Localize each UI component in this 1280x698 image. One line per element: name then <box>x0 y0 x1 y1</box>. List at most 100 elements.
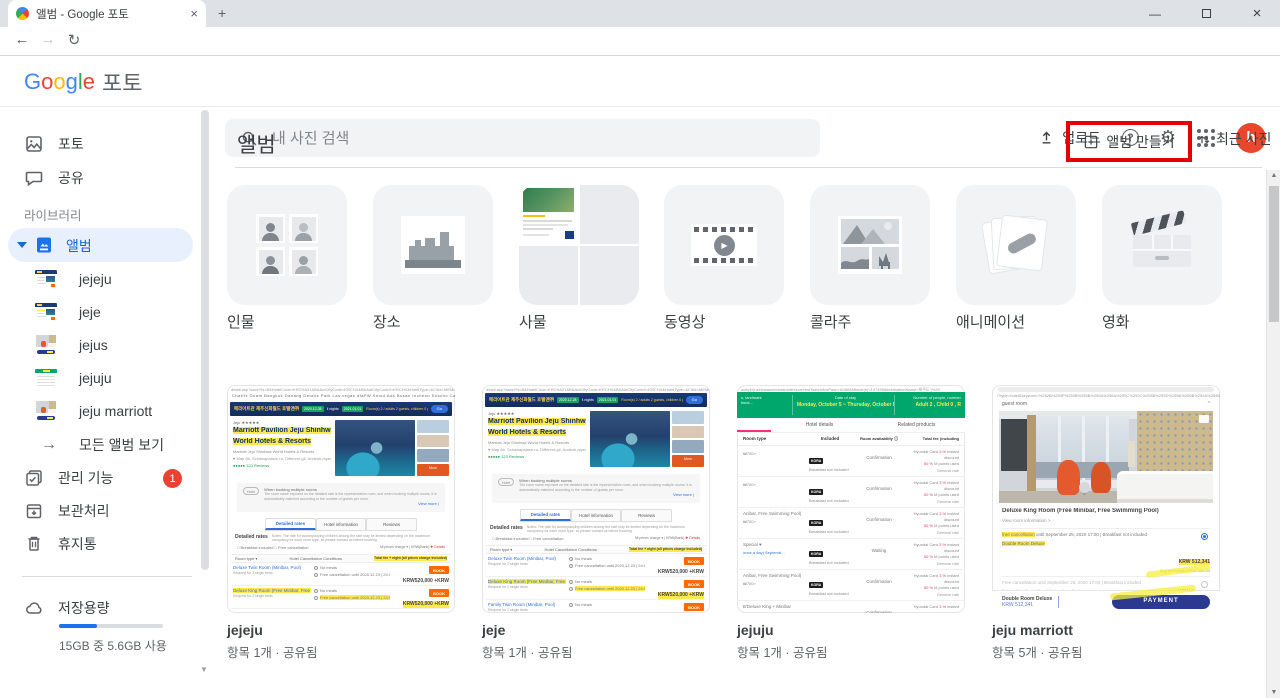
sidebar-item-albums-selected[interactable]: 앨범 <box>8 228 193 262</box>
gallery-overlay-icon <box>1199 415 1209 423</box>
google-photos-logo[interactable]: Google 포토 <box>24 56 143 107</box>
hotel-photo-thumbs: More <box>417 420 449 477</box>
availability-status: Confirmation <box>866 579 892 584</box>
hotel-pool-photo <box>590 411 670 467</box>
category-label-movies[interactable]: 영화 <box>1102 311 1130 332</box>
fee-points: M points used <box>932 554 959 560</box>
people-value: Adult 2 , Child 0 , R <box>915 402 961 409</box>
category-label-things[interactable]: 사물 <box>519 311 547 332</box>
page-title: 앨범 <box>237 134 276 157</box>
rates-table-header: Room type ▾ Hotel Cancellation Condition… <box>486 545 706 554</box>
hotel-address: ♥ Map 8b, Schawapalace-ro, Different-gil… <box>488 446 586 452</box>
sidebar-album-jeju-marriott[interactable]: jeju marriott <box>0 394 196 427</box>
tab-reviews: Reviews <box>366 518 418 530</box>
photo-thumb <box>672 440 704 453</box>
page-scrollbar[interactable]: ▲ ▼ <box>1266 170 1280 698</box>
guest-room-section-row: guest room ^ <box>992 399 1220 410</box>
album-card-jeje[interactable]: detail.asp?sackYN=B&HotelCode=KRCHA21&B&… <box>482 385 710 661</box>
sidebar-scrollbar-thumb[interactable] <box>201 110 209 570</box>
window-maximize-button[interactable] <box>1199 7 1213 21</box>
category-card-things[interactable] <box>519 185 639 305</box>
reload-icon[interactable]: ↻ <box>64 31 84 49</box>
album-card-jejeju[interactable]: detail.asp?sackYN=B&HotelCode=KRCHA21&B&… <box>227 385 455 661</box>
album-meta: 항목 1개 · 공유됨 <box>227 646 318 660</box>
fee-general: General rate <box>936 467 959 473</box>
sidebar-item-storage[interactable]: 저장용량 <box>0 591 196 625</box>
scroll-up-icon[interactable]: ▲ <box>1267 172 1280 179</box>
page-scrollbar-thumb[interactable] <box>1268 186 1279 322</box>
photo-thumb <box>417 420 449 433</box>
col-total-highlighted: Total fee + night (all prices charge inc… <box>374 556 447 561</box>
category-label-videos[interactable]: 동영상 <box>664 311 705 332</box>
browser-tab[interactable]: 앨범 - Google 포토 × <box>8 0 206 27</box>
album-cover-jejeju[interactable]: detail.asp?sackYN=B&HotelCode=KRCHA21&B&… <box>227 385 455 613</box>
included-text: Breakfast not included <box>809 560 849 565</box>
fee-brand: Hyundai Card <box>913 542 940 547</box>
sidebar-item-label: 휴지통 <box>58 536 97 552</box>
category-card-places[interactable] <box>373 185 493 305</box>
category-card-animation[interactable] <box>956 185 1076 305</box>
rates-filter-row: □ Breakfast included □ Free cancellation… <box>237 545 445 553</box>
book-button: BOOK <box>429 589 449 598</box>
sidebar-album-jejuju[interactable]: jejuju <box>0 361 196 394</box>
album-card-jeju-marriott[interactable]: /?type=hotel&keyword=%252B%254P%255B%255… <box>992 385 1220 661</box>
booking-row: Special ♥ once a day) Septemb… KORA Breakf… <box>737 539 965 570</box>
arrow-right-icon: → <box>41 435 57 453</box>
album-name[interactable]: jejeju <box>227 622 455 638</box>
window-close-button[interactable]: × <box>1250 5 1264 22</box>
room-sub: Request for 2 single beds <box>233 570 273 575</box>
storage-usage-text: 15GB 중 5.6GB 사용 <box>59 639 167 653</box>
category-card-people[interactable] <box>227 185 347 305</box>
scroll-down-icon[interactable]: ▼ <box>1267 689 1280 696</box>
fee-discount: discount <box>944 548 959 554</box>
album-name[interactable]: jejuju <box>737 622 965 638</box>
active-tab-underline <box>737 418 771 432</box>
album-name[interactable]: jeju marriott <box>992 622 1220 638</box>
sidebar-album-jejeju[interactable]: jejeju <box>0 262 196 295</box>
category-label-people[interactable]: 인물 <box>227 311 255 332</box>
thumb-url-text: detail.asp?sackYN=B&HotelCode=KRCHA21&B&… <box>486 387 710 392</box>
content-divider <box>235 167 1262 168</box>
nights-text: 4 nights <box>581 397 594 402</box>
col-room-type: Room type ▾ <box>235 555 258 561</box>
category-card-collage[interactable] <box>810 185 930 305</box>
album-cover-jeju-marriott[interactable]: /?type=hotel&keyword=%252B%254P%255B%255… <box>992 385 1220 613</box>
album-cover-jeje[interactable]: detail.asp?sackYN=B&HotelCode=KRCHA21&B&… <box>482 385 710 613</box>
search-bar[interactable] <box>225 119 820 157</box>
sort-arrows-icon <box>1199 135 1210 143</box>
category-card-movies[interactable] <box>1102 185 1222 305</box>
sharing-chat-icon <box>24 168 44 188</box>
forward-icon[interactable]: → <box>38 31 58 48</box>
sidebar-item-photos[interactable]: 포토 <box>0 127 196 161</box>
category-label-places[interactable]: 장소 <box>373 311 401 332</box>
col-room-type: Room type <box>743 436 767 442</box>
sidebar-item-sharing[interactable]: 공유 <box>0 161 196 195</box>
add-box-icon <box>1085 135 1098 148</box>
create-album-button-annotated[interactable]: 앨범 만들기 <box>1066 121 1192 162</box>
tab-close-icon[interactable]: × <box>190 6 198 21</box>
sidebar-item-trash[interactable]: 휴지통 <box>0 527 196 561</box>
category-label-collage[interactable]: 콜라주 <box>810 311 851 332</box>
category-card-videos[interactable]: ▶ <box>664 185 784 305</box>
banner-go-button: Go <box>685 395 703 405</box>
recent-photos-sort-button[interactable]: 최근 사진 <box>1197 129 1271 149</box>
fee-discount: discount <box>944 579 959 585</box>
sidebar-see-all-albums[interactable]: → 모든 앨범 보기 <box>0 428 196 461</box>
album-card-jejuju[interactable]: acity/jejusinhwaworldmarriottresort/rest… <box>737 385 965 661</box>
sidebar-scroll-down-icon[interactable]: ▼ <box>200 665 208 674</box>
album-cover-jejuju[interactable]: acity/jejusinhwaworldmarriottresort/rest… <box>737 385 965 613</box>
included-text: Breakfast not included <box>809 529 849 534</box>
upload-icon <box>1042 131 1051 144</box>
category-label-animation[interactable]: 애니메이션 <box>956 311 1025 332</box>
collapse-triangle-icon[interactable] <box>17 242 27 248</box>
search-input[interactable] <box>272 129 752 147</box>
notice-line: The room name exposed on the detailed ra… <box>264 492 437 501</box>
room-sub: Request for 2 single beds <box>488 561 528 566</box>
album-name[interactable]: jeje <box>482 622 710 638</box>
sidebar-album-jeje[interactable]: jeje <box>0 295 196 328</box>
sidebar-item-archive[interactable]: 보관처리 <box>0 494 196 528</box>
new-tab-button[interactable]: + <box>218 5 226 21</box>
back-icon[interactable]: ← <box>12 31 32 48</box>
window-minimize-button[interactable]: — <box>1148 7 1162 21</box>
sidebar-album-jejus[interactable]: jejus <box>0 328 196 361</box>
